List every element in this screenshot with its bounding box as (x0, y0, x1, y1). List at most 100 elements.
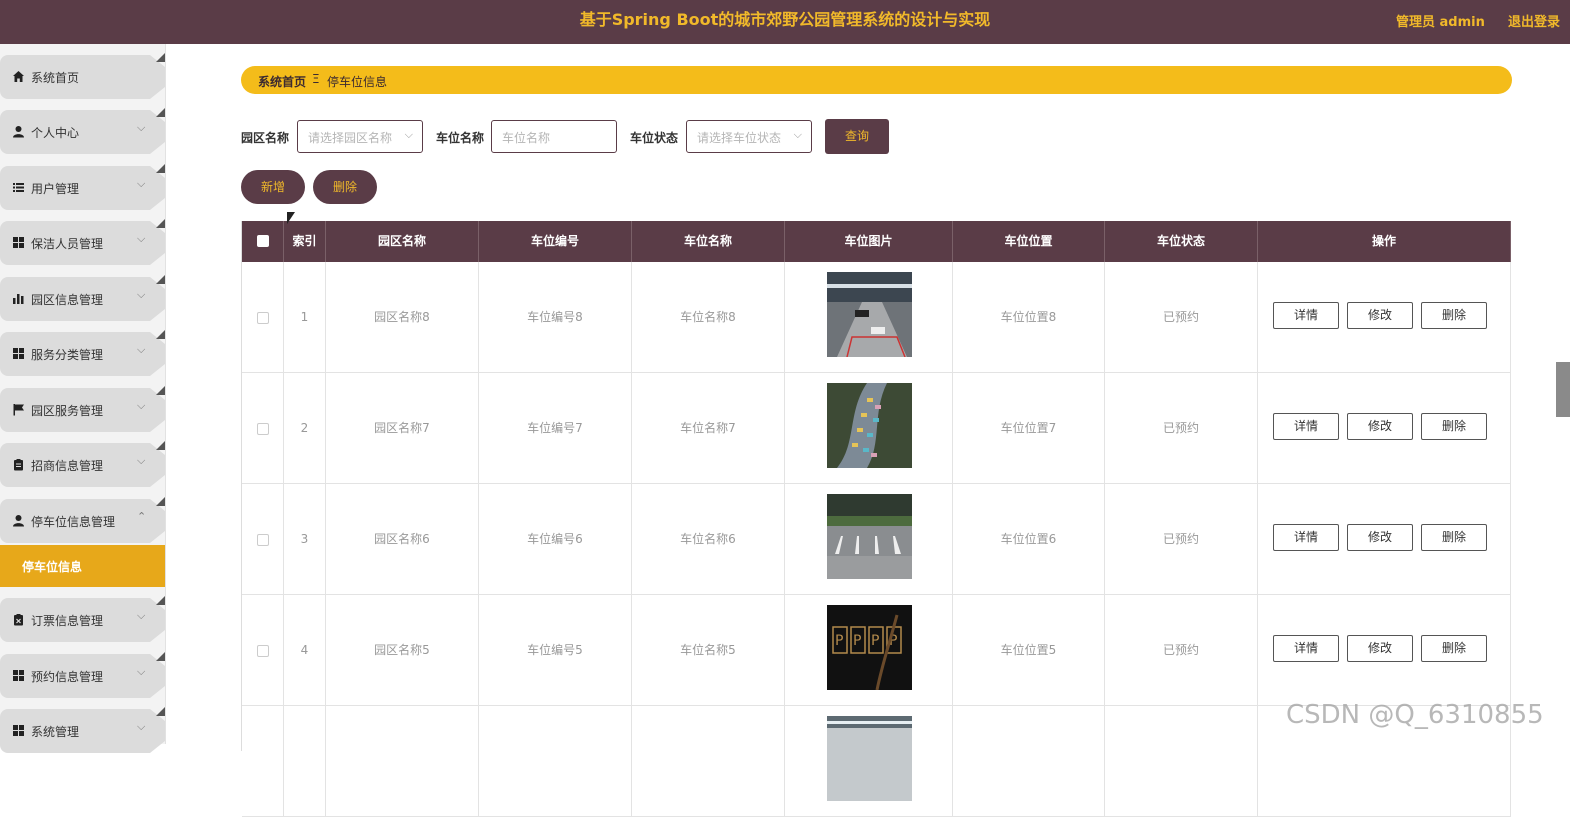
parking-space-image[interactable] (827, 716, 912, 801)
sidebar-subitem-parking-info[interactable]: 停车位信息 (0, 545, 165, 587)
cell-code: 车位编号6 (479, 484, 632, 595)
sidebar-item-0[interactable]: 系统首页 (0, 55, 165, 99)
cell-actions: 详情 修改 删除 (1258, 373, 1511, 484)
column-header-image: 车位图片 (785, 221, 953, 262)
edit-button[interactable]: 修改 (1347, 524, 1413, 551)
table-row: 2 园区名称7 车位编号7 车位名称7 车位位置7 已预约 详情 修改 删除 (242, 373, 1511, 484)
column-header-index: 索引 (284, 221, 326, 262)
sidebar-item-11[interactable]: 系统管理 ⌵ (0, 709, 165, 753)
batch-delete-button[interactable]: 删除 (313, 170, 377, 204)
add-button[interactable]: 新增 (241, 170, 305, 204)
list-icon (13, 183, 24, 192)
edit-button[interactable]: 修改 (1347, 302, 1413, 329)
sidebar-item-label: 园区信息管理 (31, 293, 104, 307)
cell-index: 4 (284, 595, 326, 706)
sidebar-item-7[interactable]: 招商信息管理 ⌵ (0, 443, 165, 487)
space-status-label: 车位状态 (630, 131, 679, 145)
header-select-cell (242, 221, 284, 262)
park-name-select[interactable]: 请选择园区名称 ⌵ (297, 120, 423, 153)
select-all-checkbox[interactable] (257, 235, 269, 247)
row-checkbox[interactable] (257, 312, 269, 324)
cell-image (785, 706, 953, 817)
cell-image (785, 484, 953, 595)
parking-space-image[interactable] (827, 383, 912, 468)
sidebar-item-label: 保洁人员管理 (31, 237, 104, 251)
edit-button[interactable]: 修改 (1347, 635, 1413, 662)
cell-code (479, 706, 632, 817)
cell-index: 1 (284, 262, 326, 373)
space-status-select[interactable]: 请选择车位状态 ⌵ (686, 120, 812, 153)
cell-location: 车位位置6 (953, 484, 1105, 595)
chevron-down-icon: ⌵ (137, 343, 146, 356)
svg-text:P: P (835, 633, 843, 649)
delete-button[interactable]: 删除 (1421, 302, 1487, 329)
sidebar-item-label: 招商信息管理 (31, 459, 104, 473)
sidebar-item-2[interactable]: 用户管理 ⌵ (0, 166, 165, 210)
top-bar: 基于Spring Boot的城市郊野公园管理系统的设计与实现 管理员 admin… (0, 0, 1570, 44)
row-select-cell (242, 373, 284, 484)
delete-button[interactable]: 删除 (1421, 524, 1487, 551)
delete-button[interactable]: 删除 (1421, 413, 1487, 440)
column-header-code: 车位编号 (479, 221, 632, 262)
column-header-actions: 操作 (1258, 221, 1511, 262)
chevron-down-icon: ⌵ (137, 177, 146, 190)
cell-code: 车位编号7 (479, 373, 632, 484)
column-header-location: 车位位置 (953, 221, 1105, 262)
space-name-input[interactable]: 车位名称 (491, 120, 617, 153)
page-scrollbar-thumb[interactable] (1556, 362, 1570, 417)
park-name-placeholder: 请选择园区名称 (308, 131, 393, 145)
cell-name: 车位名称6 (632, 484, 785, 595)
cell-park: 园区名称8 (326, 262, 479, 373)
sidebar-item-label: 订票信息管理 (31, 614, 104, 628)
cell-image (785, 373, 953, 484)
row-checkbox[interactable] (257, 534, 269, 546)
sidebar-item-10[interactable]: 预约信息管理 ⌵ (0, 654, 165, 698)
user-icon (13, 126, 24, 138)
sidebar-subitem-label: 停车位信息 (22, 560, 83, 574)
detail-button[interactable]: 详情 (1273, 302, 1339, 329)
chevron-down-icon: ⌵ (137, 665, 146, 678)
edit-button[interactable]: 修改 (1347, 413, 1413, 440)
parking-space-image[interactable] (827, 494, 912, 579)
cell-actions: 详情 修改 删除 (1258, 484, 1511, 595)
cell-status: 已预约 (1105, 262, 1258, 373)
parking-space-image[interactable]: PPPP (827, 605, 912, 690)
watermark: CSDN @Q_6310855 (1286, 700, 1544, 730)
cell-actions: 详情 修改 删除 (1258, 262, 1511, 373)
breadcrumb-home-link[interactable]: 系统首页 (258, 73, 306, 90)
sidebar-item-label: 系统首页 (31, 71, 80, 85)
cell-name: 车位名称7 (632, 373, 785, 484)
delete-button[interactable]: 删除 (1421, 635, 1487, 662)
column-header-name: 车位名称 (632, 221, 785, 262)
row-checkbox[interactable] (257, 645, 269, 657)
sidebar-item-1[interactable]: 个人中心 ⌵ (0, 110, 165, 154)
sidebar-item-9[interactable]: 订票信息管理 ⌵ (0, 598, 165, 642)
logout-link[interactable]: 退出登录 (1508, 11, 1560, 30)
chevron-up-icon: ⌃ (137, 510, 147, 523)
flag-icon (13, 404, 24, 416)
detail-button[interactable]: 详情 (1273, 524, 1339, 551)
sidebar-item-8[interactable]: 停车位信息管理 ⌃ (0, 499, 165, 543)
cell-actions: 详情 修改 删除 (1258, 595, 1511, 706)
sidebar-item-4[interactable]: 园区信息管理 ⌵ (0, 277, 165, 321)
parking-space-image[interactable] (827, 272, 912, 357)
cell-image: PPPP (785, 595, 953, 706)
cell-park: 园区名称6 (326, 484, 479, 595)
user-icon (13, 515, 24, 527)
row-checkbox[interactable] (257, 423, 269, 435)
grid-icon (13, 237, 24, 248)
detail-button[interactable]: 详情 (1273, 413, 1339, 440)
app-title: 基于Spring Boot的城市郊野公园管理系统的设计与实现 (579, 10, 991, 29)
cell-index: 2 (284, 373, 326, 484)
detail-button[interactable]: 详情 (1273, 635, 1339, 662)
sidebar-item-5[interactable]: 服务分类管理 ⌵ (0, 332, 165, 376)
space-name-label: 车位名称 (436, 131, 485, 145)
sidebar-item-6[interactable]: 园区服务管理 ⌵ (0, 388, 165, 432)
cell-status: 已预约 (1105, 484, 1258, 595)
home-icon (13, 71, 24, 82)
sidebar-item-3[interactable]: 保洁人员管理 ⌵ (0, 221, 165, 265)
query-button[interactable]: 查询 (825, 119, 889, 154)
row-select-cell (242, 484, 284, 595)
sidebar-item-label: 系统管理 (31, 725, 80, 739)
cell-index: 3 (284, 484, 326, 595)
